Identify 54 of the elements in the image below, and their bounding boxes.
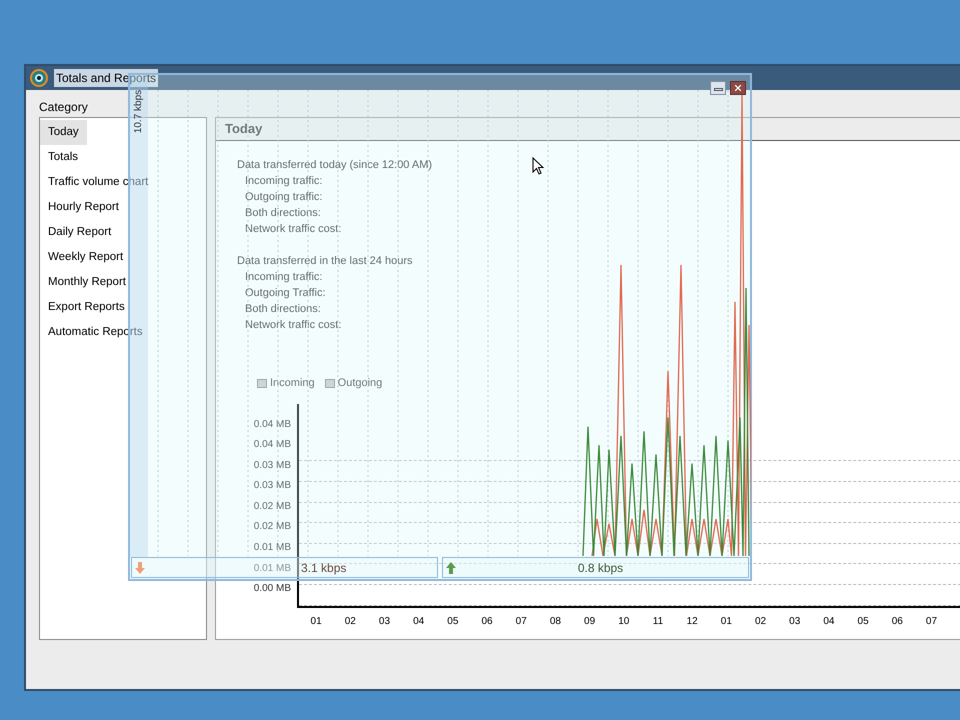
category-item[interactable]: Today: [40, 120, 87, 145]
x-axis-label: 01: [310, 614, 323, 628]
section-title: Data transferred in the last 24 hours: [237, 254, 412, 269]
x-axis-label: 06: [480, 614, 494, 628]
upload-rate: 0.8 kbps: [576, 560, 624, 576]
y-axis-label: 0.01 MB: [254, 562, 291, 576]
x-axis-label: 05: [856, 614, 870, 628]
close-icon: [735, 85, 741, 91]
y-axis-label: 0.04 MB: [254, 438, 291, 452]
row-label: Outgoing traffic:: [244, 190, 322, 205]
legend-swatch-icon: [257, 378, 267, 388]
x-axis-label: 06: [890, 614, 904, 628]
y-axis-label: 0.01 MB: [254, 541, 291, 556]
row-label: Outgoing Traffic:: [244, 286, 326, 301]
x-axis-label: 02: [754, 614, 768, 628]
x-axis-label: 12: [686, 614, 699, 628]
x-axis-label: 04: [822, 614, 836, 628]
x-axis-label: 11: [652, 614, 664, 628]
row-label: Incoming traffic:: [244, 174, 322, 189]
y-axis-label: 0.02 MB: [254, 500, 291, 514]
window-title: Totals and Reports: [54, 69, 158, 87]
row-label: Both directions:: [244, 206, 321, 221]
row-label: Network traffic cost:: [244, 318, 342, 333]
y-axis-label: 0.03 MB: [254, 458, 291, 473]
x-axis-label: 09: [583, 614, 596, 628]
legend-label: Incoming: [270, 376, 315, 391]
mouse-pointer-icon: [532, 157, 544, 175]
legend-label: Outgoing: [338, 376, 382, 391]
y-axis-label: 0.04 MB: [254, 418, 291, 432]
x-axis-label: 04: [412, 614, 426, 628]
section-title: Data transferred today (since 12:00 AM): [237, 158, 432, 173]
scale-label: 10.7 kbps: [132, 89, 146, 133]
x-axis-label: 07: [924, 614, 938, 628]
row-label: Both directions:: [244, 302, 321, 317]
x-axis-label: 05: [446, 614, 460, 628]
y-axis-label: 0.00 MB: [254, 582, 291, 596]
report-heading: Today: [225, 120, 262, 138]
legend-swatch-icon: [324, 378, 335, 388]
row-label: Incoming traffic:: [244, 270, 322, 285]
y-axis-label: 0.03 MB: [254, 479, 291, 494]
up-arrow-icon: [446, 562, 456, 574]
x-axis-label: 01: [720, 614, 733, 628]
row-label: Network traffic cost:: [244, 222, 342, 237]
download-rate: 3.1 kbps: [301, 560, 346, 576]
x-axis-label: 03: [788, 614, 802, 628]
app-logo-icon: [30, 69, 48, 87]
y-axis-label: 0.02 MB: [254, 520, 291, 534]
x-axis-label: 08: [548, 614, 562, 628]
x-axis-label: 07: [514, 614, 528, 628]
category-label: Category: [39, 99, 88, 116]
x-axis-label: 10: [617, 614, 630, 628]
x-axis-label: 02: [344, 614, 357, 628]
x-axis-label: 03: [378, 614, 392, 628]
down-arrow-icon: [135, 562, 145, 574]
